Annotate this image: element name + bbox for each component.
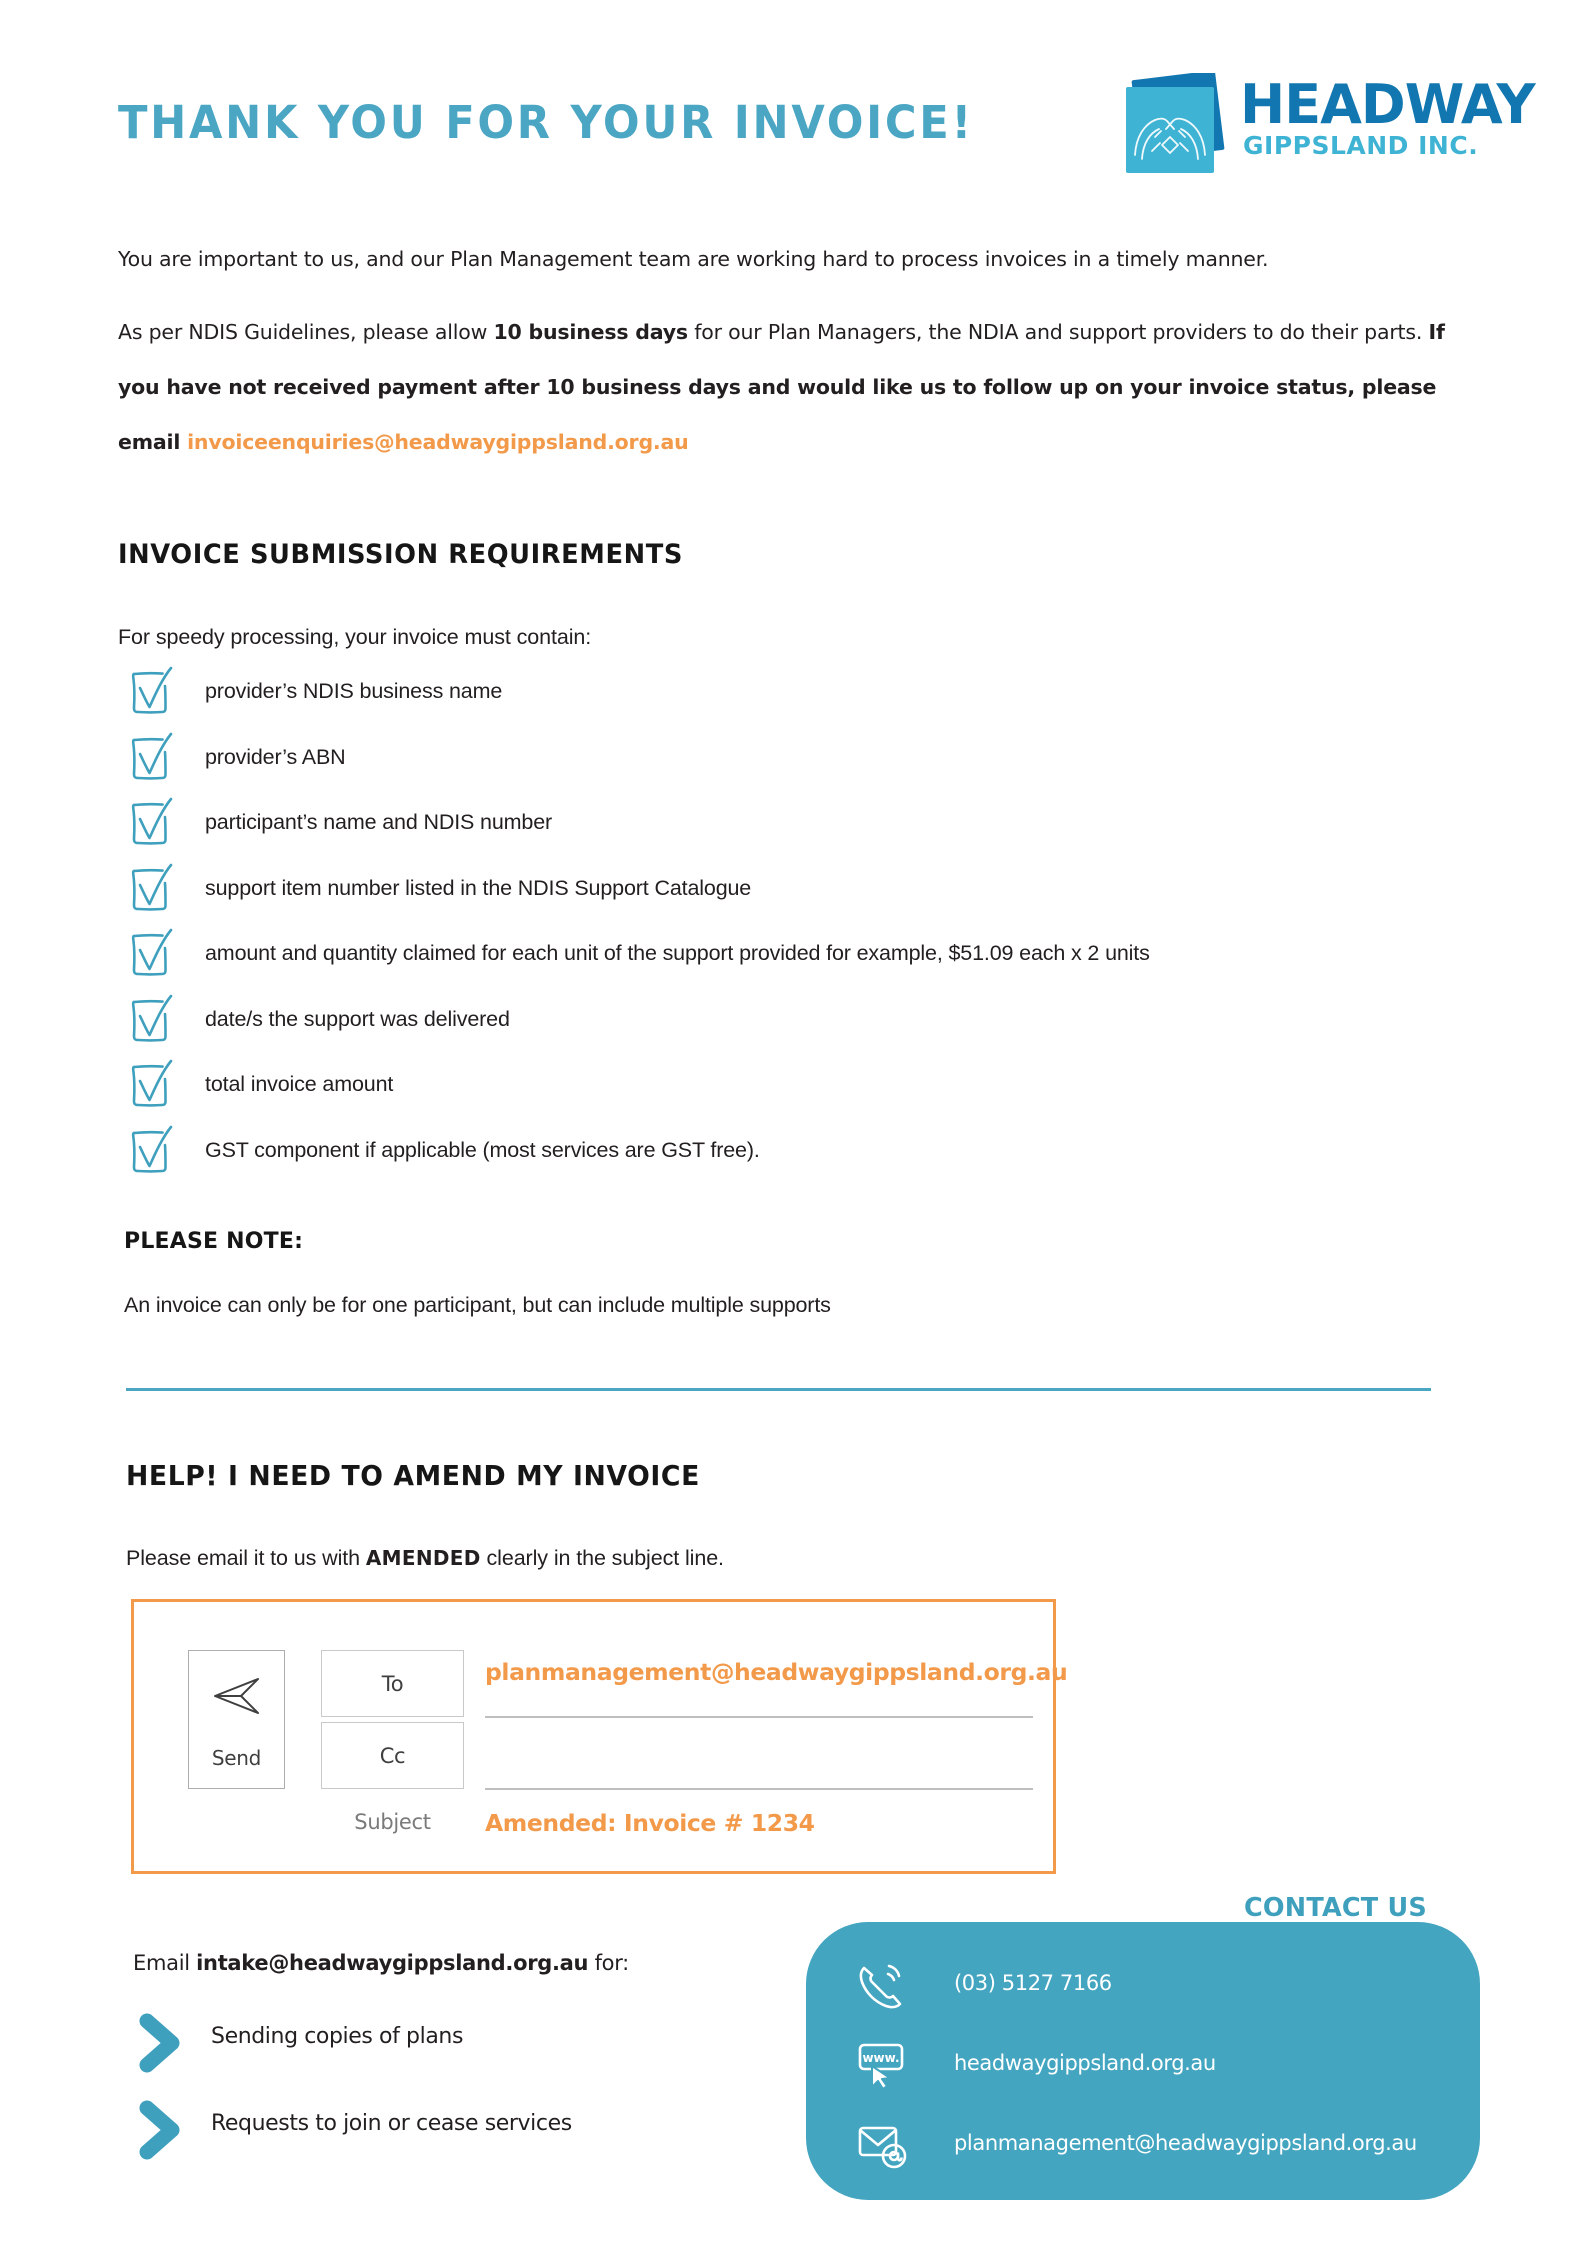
intro-paragraph-2: As per NDIS Guidelines, please allow 10 … (118, 305, 1448, 470)
cc-field-underline (485, 1788, 1033, 1790)
checklist-item: provider’s NDIS business name (118, 665, 1468, 734)
intake-list-item-label: Requests to join or cease services (211, 2111, 572, 2136)
section-divider (126, 1388, 1431, 1391)
intro-block: You are important to us, and our Plan Ma… (118, 232, 1448, 470)
checklist-item-label: support item number listed in the NDIS S… (205, 875, 752, 900)
checklist-item: amount and quantity claimed for each uni… (118, 927, 1468, 996)
website-icon: www. (856, 2040, 908, 2090)
checklist-item: total invoice amount (118, 1058, 1468, 1127)
requirements-heading: INVOICE SUBMISSION REQUIREMENTS (118, 539, 683, 570)
hands-holding-icon (1122, 70, 1230, 177)
logo-name: HEADWAY (1240, 73, 1536, 136)
svg-text:www.: www. (862, 2051, 899, 2065)
document-page: THANK YOU FOR YOUR INVOICE! HEADWAY GIPP… (0, 0, 1587, 2245)
amend-text-b: clearly in the subject line. (480, 1546, 725, 1570)
requirements-checklist: provider’s NDIS business name provider’s … (118, 665, 1468, 1193)
please-note-heading: PLEASE NOTE: (124, 1229, 304, 1254)
logo-subtitle: GIPPSLAND INC. (1243, 131, 1479, 160)
checkbox-checked-icon (129, 731, 175, 783)
intro-p2-bold-1: 10 business days (493, 320, 688, 344)
checklist-item-label: GST component if applicable (most servic… (205, 1137, 760, 1162)
document-header: THANK YOU FOR YOUR INVOICE! HEADWAY GIPP… (0, 0, 1587, 210)
contact-value[interactable]: planmanagement@headwaygippsland.org.au (954, 2131, 1417, 2155)
logo-wordmark: HEADWAY GIPPSLAND INC. (1240, 73, 1536, 160)
invoice-enquiries-email-link[interactable]: invoiceenquiries@headwaygippsland.org.au (187, 430, 689, 454)
email-compose-mockup: Send To Cc Subject planmanagement@headwa… (131, 1599, 1068, 1874)
headway-logo: HEADWAY GIPPSLAND INC. (1122, 70, 1536, 181)
please-note-body: An invoice can only be for one participa… (124, 1293, 831, 1317)
send-button-label: Send (211, 1746, 262, 1770)
phone-icon (856, 1960, 908, 2010)
intake-list-item-label: Sending copies of plans (211, 2024, 464, 2049)
requirements-lead: For speedy processing, your invoice must… (118, 625, 592, 649)
checkbox-checked-icon (129, 665, 175, 717)
checkbox-checked-icon (129, 1058, 175, 1110)
subject-field-value[interactable]: Amended: Invoice # 1234 (485, 1809, 815, 1837)
contact-value[interactable]: (03) 5127 7166 (954, 1971, 1112, 1995)
checklist-item: GST component if applicable (most servic… (118, 1124, 1468, 1193)
to-field-button[interactable]: To (321, 1650, 464, 1717)
checkbox-checked-icon (129, 1124, 175, 1176)
contact-us-heading: CONTACT US (1244, 1893, 1427, 1923)
checkbox-checked-icon (129, 927, 175, 979)
chevron-right-icon (139, 2100, 183, 2160)
checkbox-checked-icon (129, 862, 175, 914)
checklist-item: date/s the support was delivered (118, 993, 1468, 1062)
checklist-item: support item number listed in the NDIS S… (118, 862, 1468, 931)
cc-field-button[interactable]: Cc (321, 1722, 464, 1789)
checklist-item: participant’s name and NDIS number (118, 796, 1468, 865)
contact-card: (03) 5127 7166 www. headwaygippsland.org.a… (806, 1922, 1480, 2200)
intro-p2-text-b: for our Plan Managers, the NDIA and supp… (687, 320, 1429, 344)
intro-paragraph-1: You are important to us, and our Plan Ma… (118, 247, 1269, 271)
send-button[interactable]: Send (188, 1650, 285, 1789)
intake-text-a: Email (133, 1951, 197, 1975)
amend-instruction: Please email it to us with AMENDED clear… (126, 1546, 724, 1571)
amend-heading: HELP! I NEED TO AMEND MY INVOICE (126, 1460, 700, 1492)
checklist-item-label: total invoice amount (205, 1072, 394, 1096)
checklist-item-label: provider’s NDIS business name (205, 679, 503, 703)
checkbox-checked-icon (129, 796, 175, 848)
email-icon (856, 2120, 908, 2170)
chevron-right-icon (139, 2013, 183, 2073)
intake-instruction: Email intake@headwaygippsland.org.au for… (133, 1951, 629, 1975)
checklist-item: provider’s ABN (118, 731, 1468, 800)
to-field-underline (485, 1716, 1033, 1718)
to-field-value[interactable]: planmanagement@headwaygippsland.org.au (485, 1658, 1068, 1686)
checklist-item-label: date/s the support was delivered (205, 1006, 510, 1031)
intake-text-b: for: (588, 1951, 630, 1975)
amend-bold-word: AMENDED (365, 1546, 481, 1570)
paper-plane-icon (211, 1673, 263, 1719)
intake-email-link[interactable]: intake@headwaygippsland.org.au (196, 1951, 588, 1975)
checklist-item-label: amount and quantity claimed for each uni… (205, 941, 1150, 965)
checklist-item-label: provider’s ABN (205, 744, 346, 769)
page-title: THANK YOU FOR YOUR INVOICE! (118, 96, 974, 149)
amend-text-a: Please email it to us with (126, 1546, 366, 1570)
checkbox-checked-icon (129, 993, 175, 1045)
checklist-item-label: participant’s name and NDIS number (205, 810, 553, 834)
subject-field-label: Subject (354, 1810, 431, 1834)
contact-value[interactable]: headwaygippsland.org.au (954, 2051, 1216, 2075)
intro-p2-text-a: As per NDIS Guidelines, please allow (118, 320, 494, 344)
